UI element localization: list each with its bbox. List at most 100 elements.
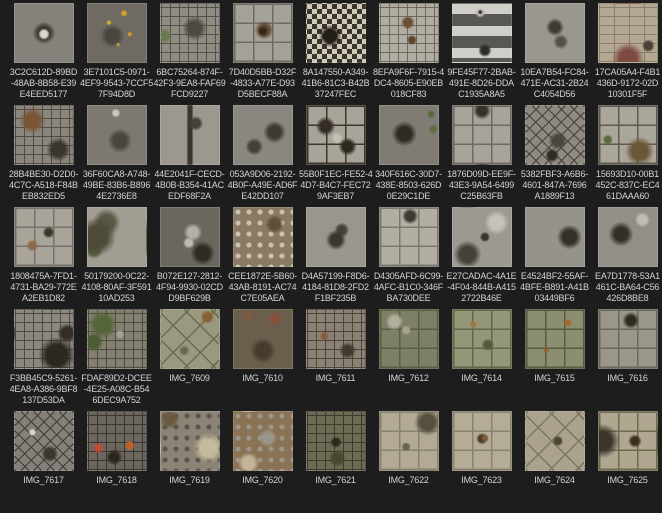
file-item[interactable]: IMG_7624 bbox=[518, 411, 591, 513]
file-name-label: IMG_7621 bbox=[299, 475, 372, 486]
file-item[interactable]: D4A57199-F8D6-4184-81D8-2FD2F1BF235B bbox=[299, 207, 372, 309]
file-item[interactable]: 10EA7B54-FC84-471E-AC31-2B24C4054D56 bbox=[518, 3, 591, 105]
file-name-line: IMG_7622 bbox=[372, 475, 445, 486]
file-name-line: 2722B46E bbox=[445, 293, 518, 304]
file-item[interactable]: IMG_7623 bbox=[445, 411, 518, 513]
file-thumbnail bbox=[452, 411, 512, 471]
file-thumbnail bbox=[233, 3, 293, 63]
file-name-label: 8A147550-A349-41B6-81C3-B42B37247FEC bbox=[299, 67, 372, 100]
file-name-line: 4C7C-A518-F84B bbox=[7, 180, 80, 191]
file-name-label: 5382FBF3-A6B6-4601-847A-7696A1889F13 bbox=[518, 169, 591, 202]
file-name-line: 438E-8503-626D bbox=[372, 180, 445, 191]
file-name-line: 4EA8-A386-9BF8 bbox=[7, 384, 80, 395]
file-name-label: 3E7101C5-0971-4EF9-9543-7CCF57F94D8D bbox=[80, 67, 153, 100]
file-name-line: D9BF629B bbox=[153, 293, 226, 304]
file-item[interactable]: 7D40D5BB-D32F-4833-A77E-D93D5BECF88A bbox=[226, 3, 299, 105]
file-item[interactable]: 5382FBF3-A6B6-4601-847A-7696A1889F13 bbox=[518, 105, 591, 207]
file-item[interactable]: IMG_7616 bbox=[591, 309, 662, 411]
file-name-line: 8EFA9F6F-7915-4 bbox=[372, 67, 445, 78]
file-item[interactable]: IMG_7625 bbox=[591, 411, 662, 513]
file-item[interactable]: IMG_7618 bbox=[80, 411, 153, 513]
file-name-line: 42F3-9EA8-FAF69 bbox=[153, 78, 226, 89]
file-name-label: IMG_7616 bbox=[591, 373, 662, 384]
file-item[interactable]: 36F60CA8-A748-49BE-83B6-B8964E2736E8 bbox=[80, 105, 153, 207]
file-item[interactable]: 3C2C612D-89BD-48AB-8B58-E39E4EED5177 bbox=[7, 3, 80, 105]
file-item[interactable]: 9FE45F77-2BAB-491E-8D26-DDAC1935A8A5 bbox=[445, 3, 518, 105]
file-item[interactable]: 053A9D06-2192-4B0F-A49E-AD6FE42DD107 bbox=[226, 105, 299, 207]
file-item[interactable]: IMG_7621 bbox=[299, 411, 372, 513]
file-item[interactable]: IMG_7622 bbox=[372, 411, 445, 513]
file-name-line: IMG_7623 bbox=[445, 475, 518, 486]
file-name-line: 4184-81D8-2FD2 bbox=[299, 282, 372, 293]
file-name-label: IMG_7624 bbox=[518, 475, 591, 486]
file-name-line: -48AB-8B58-E39 bbox=[7, 78, 80, 89]
file-thumbnail bbox=[160, 105, 220, 165]
file-item[interactable]: B072E127-2812-4F94-9930-02CDD9BF629B bbox=[153, 207, 226, 309]
file-name-line: 4601-847A-7696 bbox=[518, 180, 591, 191]
file-name-line: IMG_7619 bbox=[153, 475, 226, 486]
file-item[interactable]: 3E7101C5-0971-4EF9-9543-7CCF57F94D8D bbox=[80, 3, 153, 105]
file-item[interactable]: IMG_7617 bbox=[7, 411, 80, 513]
file-item[interactable]: F3BB45C9-5261-4EA8-A386-9BF8137D53DA bbox=[7, 309, 80, 411]
file-name-line: 10301F5F bbox=[591, 89, 662, 100]
file-item[interactable]: IMG_7614 bbox=[445, 309, 518, 411]
file-name-label: E4524BF2-55AF-4BFE-B891-A41B03449BF6 bbox=[518, 271, 591, 304]
file-name-line: 7F94D8D bbox=[80, 89, 153, 100]
file-name-label: IMG_7620 bbox=[226, 475, 299, 486]
file-name-line: IMG_7615 bbox=[518, 373, 591, 384]
file-name-label: 3C2C612D-89BD-48AB-8B58-E39E4EED5177 bbox=[7, 67, 80, 100]
file-name-line: 4B0B-B354-41AC bbox=[153, 180, 226, 191]
file-name-line: F1BF235B bbox=[299, 293, 372, 304]
file-name-line: 6DEC9A752 bbox=[80, 395, 153, 406]
file-item[interactable]: 340F616C-30D7-438E-8503-626D0E29C1DE bbox=[372, 105, 445, 207]
file-name-line: 4AFC-B1C0-346F bbox=[372, 282, 445, 293]
file-name-label: D4305AFD-6C99-4AFC-B1C0-346FBA730DEE bbox=[372, 271, 445, 304]
file-thumbnail bbox=[14, 207, 74, 267]
file-item[interactable]: IMG_7611 bbox=[299, 309, 372, 411]
file-thumbnail bbox=[598, 105, 658, 165]
file-item[interactable]: 55B0F1EC-FE52-44D7-B4C7-FEC729AF3EB7 bbox=[299, 105, 372, 207]
file-name-line: 4B0F-A49E-AD6F bbox=[226, 180, 299, 191]
file-item[interactable]: 8EFA9F6F-7915-4DC4-8605-E90EB018CF83 bbox=[372, 3, 445, 105]
file-name-line: EB832ED5 bbox=[7, 191, 80, 202]
file-item[interactable]: E4524BF2-55AF-4BFE-B891-A41B03449BF6 bbox=[518, 207, 591, 309]
file-thumbnail bbox=[160, 3, 220, 63]
file-item[interactable]: IMG_7619 bbox=[153, 411, 226, 513]
file-thumbnail bbox=[14, 105, 74, 165]
file-item[interactable]: IMG_7612 bbox=[372, 309, 445, 411]
file-name-label: 15693D10-00B1452C-837C-EC461DAAA60 bbox=[591, 169, 662, 202]
file-item[interactable]: FDAF89D2-DCEE-4E25-A08C-B546DEC9A752 bbox=[80, 309, 153, 411]
file-item[interactable]: 15693D10-00B1452C-837C-EC461DAAA60 bbox=[591, 105, 662, 207]
file-name-label: 340F616C-30D7-438E-8503-626D0E29C1DE bbox=[372, 169, 445, 202]
file-name-line: 018CF83 bbox=[372, 89, 445, 100]
file-item[interactable]: E27CADAC-4A1E-4F04-844B-A4152722B46E bbox=[445, 207, 518, 309]
file-name-label: CEE1872E-5B60-43AB-8191-AC74C7E05AEA bbox=[226, 271, 299, 304]
file-item[interactable]: 6BC75264-874F-42F3-9EA8-FAF69FCD9227 bbox=[153, 3, 226, 105]
file-item[interactable]: IMG_7609 bbox=[153, 309, 226, 411]
file-item[interactable]: EA7D1778-53A1461C-BA64-C56426D8BE8 bbox=[591, 207, 662, 309]
file-item[interactable]: D4305AFD-6C99-4AFC-B1C0-346FBA730DEE bbox=[372, 207, 445, 309]
file-item[interactable]: IMG_7615 bbox=[518, 309, 591, 411]
file-item[interactable]: 1876D09D-EE9F-43E3-9A54-6499C25B63FB bbox=[445, 105, 518, 207]
file-item[interactable]: IMG_7610 bbox=[226, 309, 299, 411]
file-name-line: B072E127-2812- bbox=[153, 271, 226, 282]
file-item[interactable]: 8A147550-A349-41B6-81C3-B42B37247FEC bbox=[299, 3, 372, 105]
file-name-line: 9FE45F77-2BAB- bbox=[445, 67, 518, 78]
file-item[interactable]: IMG_7620 bbox=[226, 411, 299, 513]
file-name-line: 50179200-0C22- bbox=[80, 271, 153, 282]
file-name-label: 17CA05A4-F4B1436D-9172-02D10301F5F bbox=[591, 67, 662, 100]
file-name-line: 7D40D5BB-D32F bbox=[226, 67, 299, 78]
file-item[interactable]: 44E2041F-CECD-4B0B-B354-41ACEDF68F2A bbox=[153, 105, 226, 207]
file-item[interactable]: 28B4BE30-D2D0-4C7C-A518-F84BEB832ED5 bbox=[7, 105, 80, 207]
file-item[interactable]: 17CA05A4-F4B1436D-9172-02D10301F5F bbox=[591, 3, 662, 105]
file-name-line: 436D-9172-02D bbox=[591, 78, 662, 89]
file-name-line: IMG_7624 bbox=[518, 475, 591, 486]
file-thumbnail bbox=[306, 411, 366, 471]
file-thumbnail bbox=[525, 105, 585, 165]
file-item[interactable]: 50179200-0C22-4108-80AF-3F59110AD253 bbox=[80, 207, 153, 309]
file-name-line: 55B0F1EC-FE52-4 bbox=[299, 169, 372, 180]
file-name-line: 426D8BE8 bbox=[591, 293, 662, 304]
file-item[interactable]: CEE1872E-5B60-43AB-8191-AC74C7E05AEA bbox=[226, 207, 299, 309]
file-item[interactable]: 1808475A-7FD1-4731-BA29-772EA2EB1D82 bbox=[7, 207, 80, 309]
file-name-label: IMG_7611 bbox=[299, 373, 372, 384]
